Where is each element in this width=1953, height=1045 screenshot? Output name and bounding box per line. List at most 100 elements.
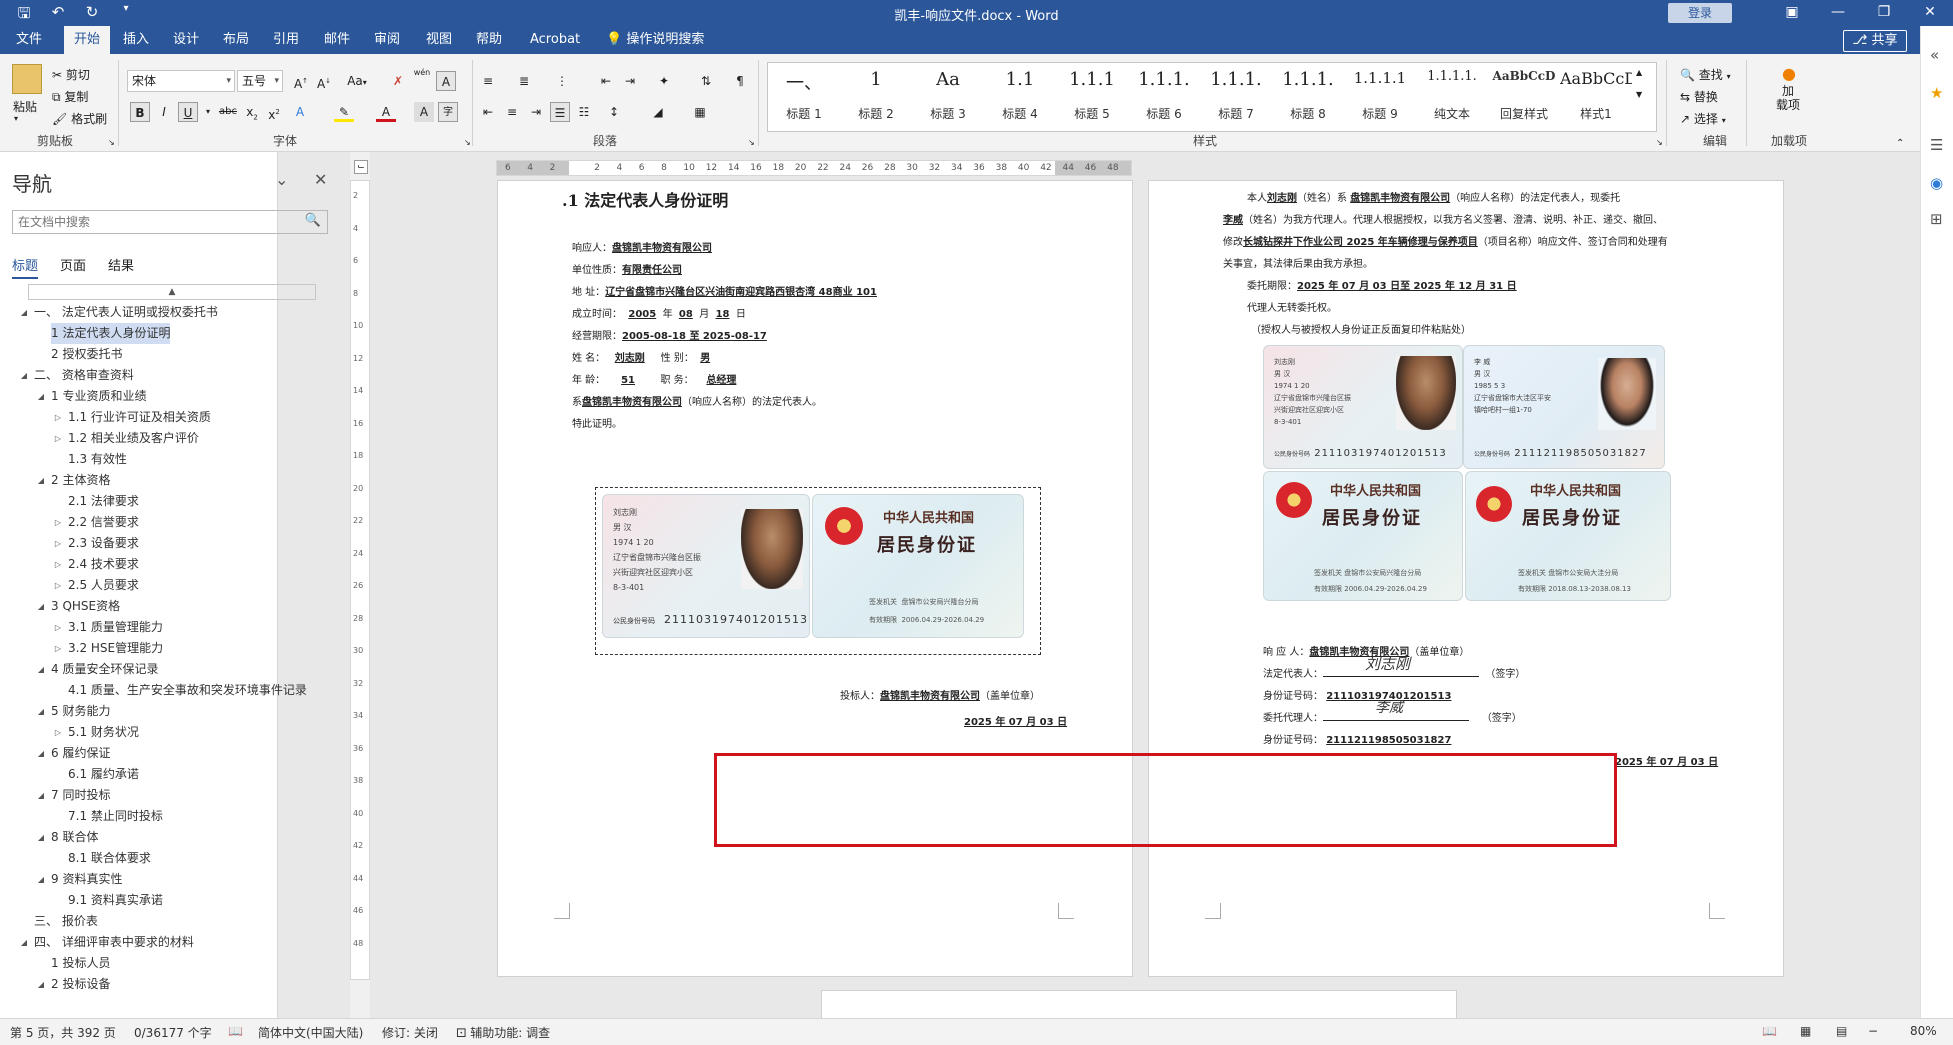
tab-view[interactable]: 视图	[416, 26, 462, 54]
track-changes[interactable]: 修订: 关闭	[382, 1024, 438, 1041]
justify-icon[interactable]: ☰	[550, 102, 570, 122]
italic-icon[interactable]: I	[154, 102, 174, 122]
paragraph-launcher-icon[interactable]: ↘	[748, 138, 755, 147]
tab-pages[interactable]: 页面	[60, 255, 86, 279]
tab-references[interactable]: 引用	[263, 26, 309, 54]
expand-toggle-icon[interactable]: ▷	[52, 407, 64, 428]
page-3-top[interactable]	[821, 990, 1457, 1018]
nav-tree-item[interactable]: ◢ 二、 资格审查资料	[0, 365, 330, 386]
expand-toggle-icon[interactable]: ◢	[35, 470, 47, 491]
nav-tree-item[interactable]: 6.1 履约承诺	[0, 764, 330, 785]
nav-tree-item[interactable]: 三、 报价表	[0, 911, 330, 932]
find-button[interactable]: 🔍 查找 ▾	[1680, 66, 1731, 83]
accessibility-status[interactable]: ⚀ 辅助功能: 调查	[456, 1024, 550, 1041]
expand-toggle-icon[interactable]: ◢	[18, 932, 30, 953]
nav-tree-item[interactable]: 1 法定代表人身份证明	[0, 323, 330, 344]
nav-tree-item[interactable]: ▷ 1.2 相关业绩及客户评价	[0, 428, 330, 449]
nav-tree-item[interactable]: ◢ 3 QHSE资格	[0, 596, 330, 617]
phonetic-guide-button[interactable]: wén	[412, 68, 432, 88]
increase-indent-icon[interactable]: ⇥	[620, 71, 640, 91]
customize-icon[interactable]: ▾	[116, 3, 136, 28]
nav-tree-item[interactable]: ▷ 2.2 信誉要求	[0, 512, 330, 533]
add-icon[interactable]: ⊞	[1930, 210, 1943, 228]
paste-dropdown-icon[interactable]: ▾	[14, 114, 18, 123]
expand-toggle-icon[interactable]: ◢	[18, 302, 30, 323]
nav-tree-item[interactable]: ◢ 四、 详细评审表中要求的材料	[0, 932, 330, 953]
nav-options-icon[interactable]: ⌄	[275, 170, 288, 189]
expand-toggle-icon[interactable]: ◢	[35, 596, 47, 617]
expand-toggle-icon[interactable]: ◢	[35, 974, 47, 995]
nav-tree-item[interactable]: ◢ 4 质量安全环保记录	[0, 659, 330, 680]
text-effects-icon[interactable]: A	[290, 102, 310, 122]
nav-search-box[interactable]: 🔍	[12, 210, 328, 234]
align-left-icon[interactable]: ⇤	[478, 102, 498, 122]
share-button[interactable]: ⎇ 共享	[1843, 30, 1907, 52]
language[interactable]: 简体中文(中国大陆)	[258, 1024, 363, 1041]
borders-icon[interactable]: ▦	[690, 102, 710, 122]
zoom-out-icon[interactable]: −	[1868, 1024, 1878, 1038]
tab-insert[interactable]: 插入	[113, 26, 159, 54]
tab-mailings[interactable]: 邮件	[314, 26, 360, 54]
close-icon[interactable]: ✕	[314, 170, 327, 189]
nav-tree-item[interactable]: ◢ 9 资料真实性	[0, 869, 330, 890]
tab-selector-icon[interactable]: ⌙	[354, 160, 368, 174]
style-item[interactable]: 1.1.1. 标题 6	[1128, 63, 1200, 131]
nav-tree-item[interactable]: 4.1 质量、生产安全事故和突发环境事件记录	[0, 680, 330, 701]
search-icon[interactable]: 🔍	[305, 213, 321, 228]
redo-icon[interactable]: ↻	[82, 3, 102, 28]
nav-tree-item[interactable]: 8.1 联合体要求	[0, 848, 330, 869]
page-count[interactable]: 第 5 页，共 392 页	[10, 1024, 116, 1041]
expand-toggle-icon[interactable]: ▷	[52, 617, 64, 638]
expand-toggle-icon[interactable]: ◢	[35, 743, 47, 764]
zoom-level[interactable]: 80%	[1910, 1024, 1937, 1038]
char-border-icon[interactable]: A	[436, 71, 456, 91]
format-painter-button[interactable]: 🖌 格式刷	[52, 110, 107, 127]
id-card-image-frame[interactable]: 刘志刚 男 汉 1974 1 20 辽宁省盘锦市兴隆台区振 兴街迎宾社区迎宾小区…	[595, 487, 1041, 655]
expand-toggle-icon[interactable]: ◢	[35, 701, 47, 722]
nav-tree-item[interactable]: ▷ 1.1 行业许可证及相关资质	[0, 407, 330, 428]
style-item[interactable]: 1.1.1. 标题 8	[1272, 63, 1344, 131]
print-layout-icon[interactable]: ▦	[1800, 1024, 1811, 1038]
style-item[interactable]: 1.1 标题 4	[984, 63, 1056, 131]
proofing-icon[interactable]: 📖	[228, 1024, 243, 1038]
nav-tree-item[interactable]: 2 授权委托书	[0, 344, 330, 365]
font-color-icon[interactable]: A	[376, 102, 396, 122]
expand-toggle-icon[interactable]: ◢	[35, 869, 47, 890]
shrink-font-icon[interactable]: A↓	[314, 71, 334, 91]
font-launcher-icon[interactable]: ↘	[464, 138, 471, 147]
tab-home[interactable]: 开始	[64, 26, 111, 54]
bullets-icon[interactable]: ≡	[478, 71, 498, 91]
assistant-icon[interactable]: ◉	[1930, 174, 1943, 192]
clear-format-icon[interactable]: ✗	[388, 71, 408, 91]
undo-icon[interactable]: ↶	[48, 3, 68, 28]
nav-tree-item[interactable]: ◢ 2 主体资格	[0, 470, 330, 491]
nav-tree-item[interactable]: ▷ 3.1 质量管理能力	[0, 617, 330, 638]
document-area[interactable]: .1 法定代表人身份证明 响应人：盘锦凯丰物资有限公司 单位性质：有限责任公司 …	[370, 180, 1915, 1018]
vertical-ruler[interactable]: 2 4 6 8 10 12 14 16 18 20 22 24 26 28 30 32 34 36 38 40 42 44…	[350, 180, 370, 980]
expand-toggle-icon[interactable]: ◢	[35, 827, 47, 848]
grow-font-icon[interactable]: A↑	[291, 71, 311, 91]
select-button[interactable]: ↗ 选择 ▾	[1680, 110, 1726, 127]
distributed-icon[interactable]: ☷	[574, 102, 594, 122]
expand-toggle-icon[interactable]: ◢	[35, 386, 47, 407]
save-icon[interactable]: 🖫	[14, 3, 34, 28]
cut-button[interactable]: ✂ 剪切	[52, 66, 90, 83]
style-item[interactable]: 1.1.1.1. 纯文本	[1416, 63, 1488, 131]
style-item[interactable]: 1.1.1 标题 5	[1056, 63, 1128, 131]
sort-icon[interactable]: ⇅	[696, 71, 716, 91]
expand-toggle-icon[interactable]: ▷	[52, 638, 64, 659]
login-button[interactable]: 登录	[1668, 3, 1732, 23]
enclose-char-icon[interactable]: 字	[438, 102, 458, 122]
expand-toggle-icon[interactable]: ▷	[52, 722, 64, 743]
copy-button[interactable]: ⧉ 复制	[52, 88, 88, 105]
style-item[interactable]: Aa 标题 3	[912, 63, 984, 131]
page-2[interactable]: 本人刘志刚（姓名）系 盘锦凯丰物资有限公司（响应人名称）的法定代表人，现委托 李…	[1148, 180, 1784, 977]
show-marks-icon[interactable]: ¶	[730, 71, 750, 91]
expand-toggle-icon[interactable]: ▷	[52, 554, 64, 575]
nav-tree-item[interactable]: ◢ 6 履约保证	[0, 743, 330, 764]
nav-tree-item[interactable]: ▷ 5.1 财务状况	[0, 722, 330, 743]
underline-icon[interactable]: U	[178, 102, 198, 122]
nav-tree-item[interactable]: 7.1 禁止同时投标	[0, 806, 330, 827]
nav-tree-item[interactable]: ◢ 2 投标设备	[0, 974, 330, 995]
nav-tree-item[interactable]: ▷ 2.4 技术要求	[0, 554, 330, 575]
